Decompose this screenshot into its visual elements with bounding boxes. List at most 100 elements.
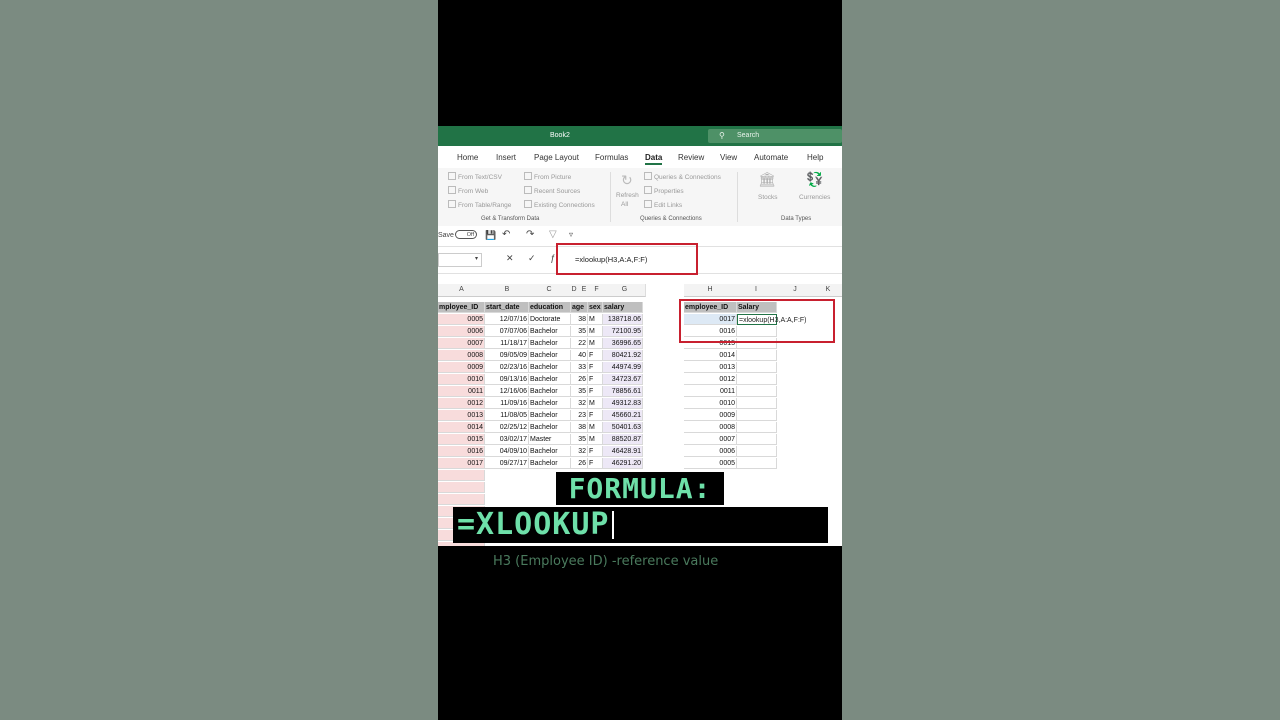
tab-review[interactable]: Review — [678, 153, 704, 162]
table-header-cell[interactable]: salary — [603, 302, 643, 313]
table-cell[interactable]: Bachelor — [529, 422, 571, 433]
from-text-csv-button[interactable]: From Text/CSV — [448, 172, 502, 181]
table-cell[interactable]: 07/07/06 — [485, 326, 529, 337]
table-cell[interactable]: 0011 — [438, 386, 485, 397]
table-cell[interactable]: M — [588, 338, 603, 349]
currencies-button[interactable]: Currencies — [799, 194, 830, 201]
table-cell[interactable]: 40 — [571, 350, 588, 361]
table-cell[interactable]: M — [588, 314, 603, 325]
table-cell[interactable]: 32 — [571, 398, 588, 409]
table-cell[interactable]: 22 — [571, 338, 588, 349]
lookup-salary-cell[interactable] — [737, 350, 777, 361]
recent-sources-button[interactable]: Recent Sources — [524, 186, 580, 195]
from-web-button[interactable]: From Web — [448, 186, 488, 195]
table-cell[interactable]: 35 — [571, 326, 588, 337]
table-cell[interactable]: F — [588, 458, 603, 469]
tab-formulas[interactable]: Formulas — [595, 153, 628, 162]
lookup-id-cell[interactable]: 0013 — [684, 362, 737, 373]
table-cell[interactable]: 09/27/17 — [485, 458, 529, 469]
table-cell[interactable]: 72100.95 — [603, 326, 643, 337]
lookup-id-cell[interactable]: 0010 — [684, 398, 737, 409]
table-cell[interactable]: F — [588, 386, 603, 397]
empty-cell[interactable] — [438, 494, 485, 505]
table-cell[interactable]: 0013 — [438, 410, 485, 421]
tab-help[interactable]: Help — [807, 153, 823, 162]
function-icon[interactable]: ƒ — [550, 253, 555, 263]
table-cell[interactable]: Bachelor — [529, 350, 571, 361]
properties-button[interactable]: Properties — [644, 186, 684, 195]
table-header-cell[interactable]: age — [571, 302, 588, 313]
empty-cell[interactable] — [438, 470, 485, 481]
table-cell[interactable]: Bachelor — [529, 398, 571, 409]
tab-page-layout[interactable]: Page Layout — [534, 153, 579, 162]
autosave-toggle[interactable]: Off — [455, 230, 477, 239]
table-header-cell[interactable]: sex — [588, 302, 603, 313]
lookup-salary-cell[interactable] — [737, 374, 777, 385]
table-cell[interactable]: 12/07/16 — [485, 314, 529, 325]
table-cell[interactable]: 32 — [571, 446, 588, 457]
column-header[interactable]: K — [814, 284, 842, 297]
lookup-salary-cell[interactable] — [737, 434, 777, 445]
table-cell[interactable]: Bachelor — [529, 410, 571, 421]
table-cell[interactable]: 0012 — [438, 398, 485, 409]
name-box[interactable]: ▾ — [438, 253, 482, 267]
table-cell[interactable]: 46428.91 — [603, 446, 643, 457]
lookup-id-cell[interactable]: 0008 — [684, 422, 737, 433]
tab-view[interactable]: View — [720, 153, 737, 162]
table-cell[interactable]: Doctorate — [529, 314, 571, 325]
table-cell[interactable]: 0006 — [438, 326, 485, 337]
table-cell[interactable]: Bachelor — [529, 374, 571, 385]
table-cell[interactable]: Bachelor — [529, 338, 571, 349]
lookup-salary-cell[interactable] — [737, 398, 777, 409]
stocks-button[interactable]: Stocks — [758, 194, 778, 201]
table-cell[interactable]: 33 — [571, 362, 588, 373]
table-cell[interactable]: 26 — [571, 458, 588, 469]
table-cell[interactable]: F — [588, 350, 603, 361]
empty-cell[interactable] — [438, 482, 485, 493]
tab-data[interactable]: Data — [645, 153, 663, 165]
table-cell[interactable]: 45660.21 — [603, 410, 643, 421]
column-header[interactable]: B — [485, 284, 530, 297]
column-header[interactable]: A — [438, 284, 486, 297]
table-cell[interactable]: 0007 — [438, 338, 485, 349]
table-cell[interactable]: 26 — [571, 374, 588, 385]
table-cell[interactable]: F — [588, 410, 603, 421]
from-table-range-button[interactable]: From Table/Range — [448, 200, 511, 209]
table-cell[interactable]: Bachelor — [529, 458, 571, 469]
edit-links-button[interactable]: Edit Links — [644, 200, 682, 209]
table-cell[interactable]: 09/13/16 — [485, 374, 529, 385]
column-header[interactable]: F — [589, 284, 605, 297]
table-cell[interactable]: M — [588, 434, 603, 445]
search-box[interactable]: ⚲ Search — [708, 129, 842, 143]
lookup-salary-cell[interactable] — [737, 422, 777, 433]
table-cell[interactable]: 12/16/06 — [485, 386, 529, 397]
tab-home[interactable]: Home — [457, 153, 478, 162]
table-cell[interactable]: 49312.83 — [603, 398, 643, 409]
column-header[interactable]: G — [604, 284, 646, 297]
table-cell[interactable]: 46291.20 — [603, 458, 643, 469]
tab-insert[interactable]: Insert — [496, 153, 516, 162]
customize-qat-icon[interactable]: ▿ — [569, 230, 573, 239]
lookup-id-cell[interactable]: 0007 — [684, 434, 737, 445]
from-picture-button[interactable]: From Picture — [524, 172, 571, 181]
table-cell[interactable]: Bachelor — [529, 362, 571, 373]
table-cell[interactable]: Bachelor — [529, 446, 571, 457]
table-cell[interactable]: 80421.92 — [603, 350, 643, 361]
table-cell[interactable]: 35 — [571, 434, 588, 445]
lookup-salary-cell[interactable] — [737, 458, 777, 469]
table-cell[interactable]: 0005 — [438, 314, 485, 325]
table-cell[interactable]: 02/25/12 — [485, 422, 529, 433]
table-cell[interactable]: 0009 — [438, 362, 485, 373]
table-header-cell[interactable]: start_date — [485, 302, 529, 313]
table-cell[interactable]: 44974.99 — [603, 362, 643, 373]
table-cell[interactable]: 11/18/17 — [485, 338, 529, 349]
table-cell[interactable]: Bachelor — [529, 326, 571, 337]
lookup-id-cell[interactable]: 0009 — [684, 410, 737, 421]
queries-connections-button[interactable]: Queries & Connections — [644, 172, 721, 181]
lookup-salary-cell[interactable] — [737, 362, 777, 373]
table-header-cell[interactable]: education — [529, 302, 571, 313]
column-header[interactable]: J — [776, 284, 815, 297]
table-cell[interactable]: M — [588, 398, 603, 409]
table-cell[interactable]: F — [588, 446, 603, 457]
column-header[interactable]: I — [736, 284, 777, 297]
